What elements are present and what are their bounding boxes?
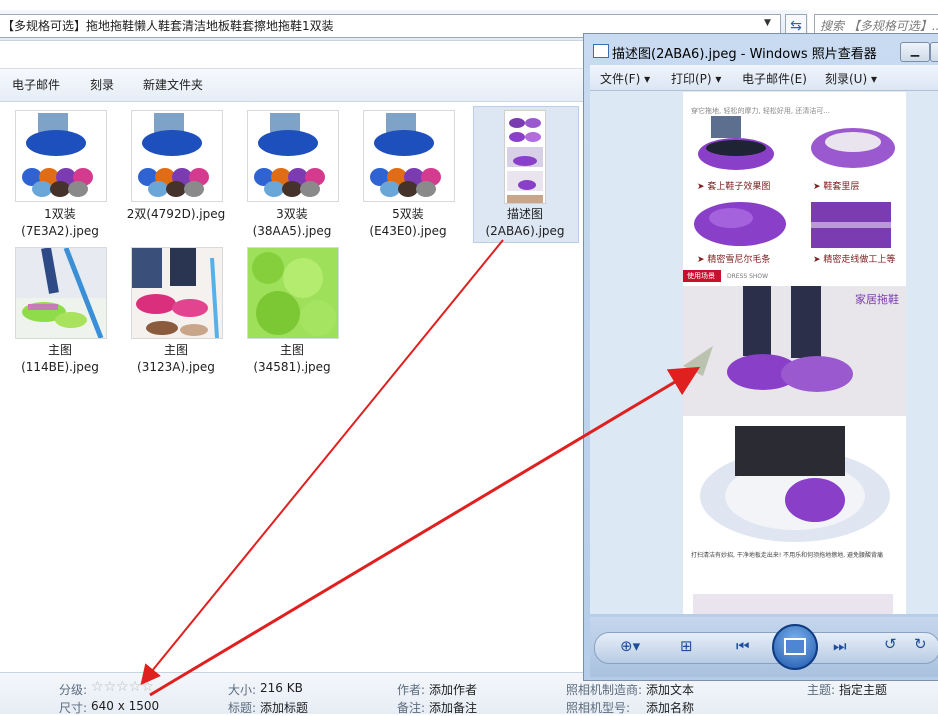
explorer-toolbar [0,68,585,102]
next-icon[interactable]: ⏭ [833,637,847,655]
image-caption-2: ➤ 鞋套里层 [813,182,860,192]
file-thumbnail[interactable] [247,247,339,339]
star-icon[interactable]: ☆ [116,679,129,695]
title-label: 标题: [228,701,257,715]
address-dropdown-icon[interactable]: ▼ [764,18,771,28]
note-value[interactable]: 添加备注 [429,699,477,716]
rotate-left-icon[interactable]: ↺ [884,635,897,653]
file-thumbnail[interactable] [15,247,107,339]
rating-label: 分级: [59,683,88,697]
maximize-button[interactable] [930,42,938,62]
image-caption-4: ➤ 精密走线做工上等 [813,255,896,265]
menu-burn[interactable]: 刻录(U) ▾ [825,70,877,87]
new-folder-button[interactable]: 新建文件夹 [143,76,203,93]
camera-model-value[interactable]: 添加名称 [646,699,694,716]
camera-maker-label: 照相机制造商: [566,683,643,697]
file-name[interactable]: 主图 (114BE).jpeg [2,342,118,376]
dimensions-value: 640 x 1500 [91,699,160,713]
section-sub: DRESS SHOW [727,273,769,280]
camera-maker-value[interactable]: 添加文本 [646,681,694,698]
file-name[interactable]: 1双装 (7E3A2).jpeg [2,206,118,240]
file-thumbnail[interactable] [131,110,223,202]
filesize-label: 大小: [228,683,257,697]
subject-value[interactable]: 指定主题 [839,681,887,698]
author-label: 作者: [397,683,426,697]
star-icon[interactable]: ☆ [91,679,104,695]
section-tag: 使用场景 [687,272,715,280]
star-icon[interactable]: ☆ [141,679,154,695]
search-placeholder[interactable]: 搜索 【多规格可选】... [820,17,938,34]
burn-button[interactable]: 刻录 [90,76,114,93]
file-thumbnail[interactable] [15,110,107,202]
image-bottom-caption: 打扫清洁有妙招, 干净地板走出来! 不用乐和何须拖地擦地, 避免腰酸背痛 [691,552,883,559]
file-name-selected[interactable]: 描述图 (2ABA6).jpeg [467,206,583,240]
file-name[interactable]: 主图 (34581).jpeg [234,342,350,376]
star-icon[interactable]: ☆ [129,679,142,695]
camera-model-label: 照相机型号: [566,701,631,715]
file-thumbnail[interactable] [363,110,455,202]
viewer-title: 描述图(2ABA6).jpeg - Windows 照片查看器 [612,47,877,62]
file-thumbnail-selected[interactable] [504,110,546,204]
image-banner: 家居拖鞋 [855,293,899,306]
file-name[interactable]: 3双装 (38AA5).jpeg [234,206,350,240]
photo-viewer-icon [593,44,609,58]
menu-email[interactable]: 电子邮件(E) [742,70,807,87]
rotate-right-icon[interactable]: ↻ [914,635,927,653]
address-path[interactable]: 【多规格可选】拖地拖鞋懒人鞋套清洁地板鞋套擦地拖鞋1双装 [2,17,334,34]
slideshow-icon [784,638,806,655]
file-thumbnail[interactable] [247,110,339,202]
author-value[interactable]: 添加作者 [429,681,477,698]
image-caption-3: ➤ 精密雪尼尔毛条 [697,255,771,265]
image-caption-1: ➤ 套上鞋子效果图 [697,182,771,192]
previous-icon[interactable]: ⏮ [736,637,750,655]
star-icon[interactable]: ☆ [104,679,117,695]
rating-stars[interactable]: ☆☆☆☆☆ [91,679,154,695]
fit-window-icon[interactable]: ⊞ [680,637,693,655]
image-top-caption: 穿它拖地, 轻松的摩力, 轻松好用, 还清洁可... [691,107,831,115]
note-label: 备注: [397,701,426,715]
image-bottom-photo [693,594,893,614]
menu-print[interactable]: 打印(P) ▾ [671,70,721,87]
subject-label: 主题: [807,683,836,697]
dimensions-label: 尺寸: [59,701,88,715]
minimize-button[interactable]: ▁ [900,42,930,62]
file-thumbnail[interactable] [131,247,223,339]
file-name[interactable]: 5双装 (E43E0).jpeg [350,206,466,240]
file-name[interactable]: 主图 (3123A).jpeg [118,342,234,376]
description-image: 穿它拖地, 轻松的摩力, 轻松好用, 还清洁可... ➤ 套上鞋子效果图 ➤ 鞋… [683,92,906,614]
file-name[interactable]: 2双(4792D).jpeg [118,206,234,223]
zoom-icon[interactable]: ⊕▾ [620,637,640,655]
email-button[interactable]: 电子邮件 [12,76,60,93]
filesize-value: 216 KB [260,681,303,695]
menu-file[interactable]: 文件(F) ▾ [600,70,650,87]
title-value[interactable]: 添加标题 [260,699,308,716]
